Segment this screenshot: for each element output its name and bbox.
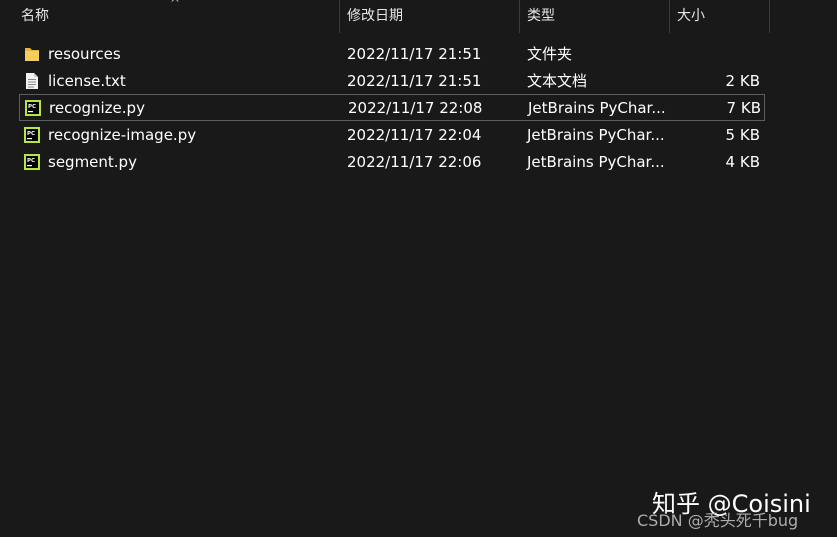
file-date: 2022/11/17 21:51 [347,45,482,63]
file-name: recognize-image.py [48,126,197,144]
file-date: 2022/11/17 21:51 [347,72,482,90]
file-size: 4 KB [725,153,760,171]
column-header-date[interactable]: 修改日期 [339,0,519,33]
file-size: 2 KB [725,72,760,90]
file-row-resources[interactable]: resources 2022/11/17 21:51 文件夹 [19,41,765,68]
file-type: 文件夹 [527,45,573,63]
file-date: 2022/11/17 22:06 [347,153,482,171]
column-header-type[interactable]: 类型 [519,0,669,33]
file-row-recognize-image[interactable]: PC recognize-image.py 2022/11/17 22:04 J… [19,122,765,149]
svg-text:PC: PC [27,131,35,137]
pycharm-icon: PC [24,153,40,171]
text-file-icon [24,72,40,90]
pycharm-icon: PC [24,126,40,144]
column-header-name[interactable]: 名称 [14,0,339,33]
file-row-recognize[interactable]: PC recognize.py 2022/11/17 22:08 JetBrai… [19,94,765,121]
column-header-bar: ^ 名称 修改日期 类型 大小 [0,0,837,33]
file-date: 2022/11/17 22:08 [348,99,483,117]
csdn-watermark: CSDN @秃头死千bug [637,511,799,530]
pycharm-icon: PC [25,99,41,117]
column-divider[interactable] [769,0,770,33]
file-size [579,41,760,68]
file-name: resources [48,45,121,63]
file-row-segment[interactable]: PC segment.py 2022/11/17 22:06 JetBrains… [19,149,765,176]
file-size: 5 KB [725,126,760,144]
file-name: recognize.py [49,99,145,117]
file-row-license[interactable]: license.txt 2022/11/17 21:51 文本文档 2 KB [19,68,765,95]
file-date: 2022/11/17 22:04 [347,126,482,144]
svg-text:PC: PC [27,158,35,164]
svg-text:PC: PC [28,104,36,110]
folder-icon [24,45,40,63]
file-type: 文本文档 [527,72,588,90]
file-name: license.txt [48,72,126,90]
file-name: segment.py [48,153,137,171]
file-size: 7 KB [726,99,761,117]
column-header-size[interactable]: 大小 [669,0,769,33]
